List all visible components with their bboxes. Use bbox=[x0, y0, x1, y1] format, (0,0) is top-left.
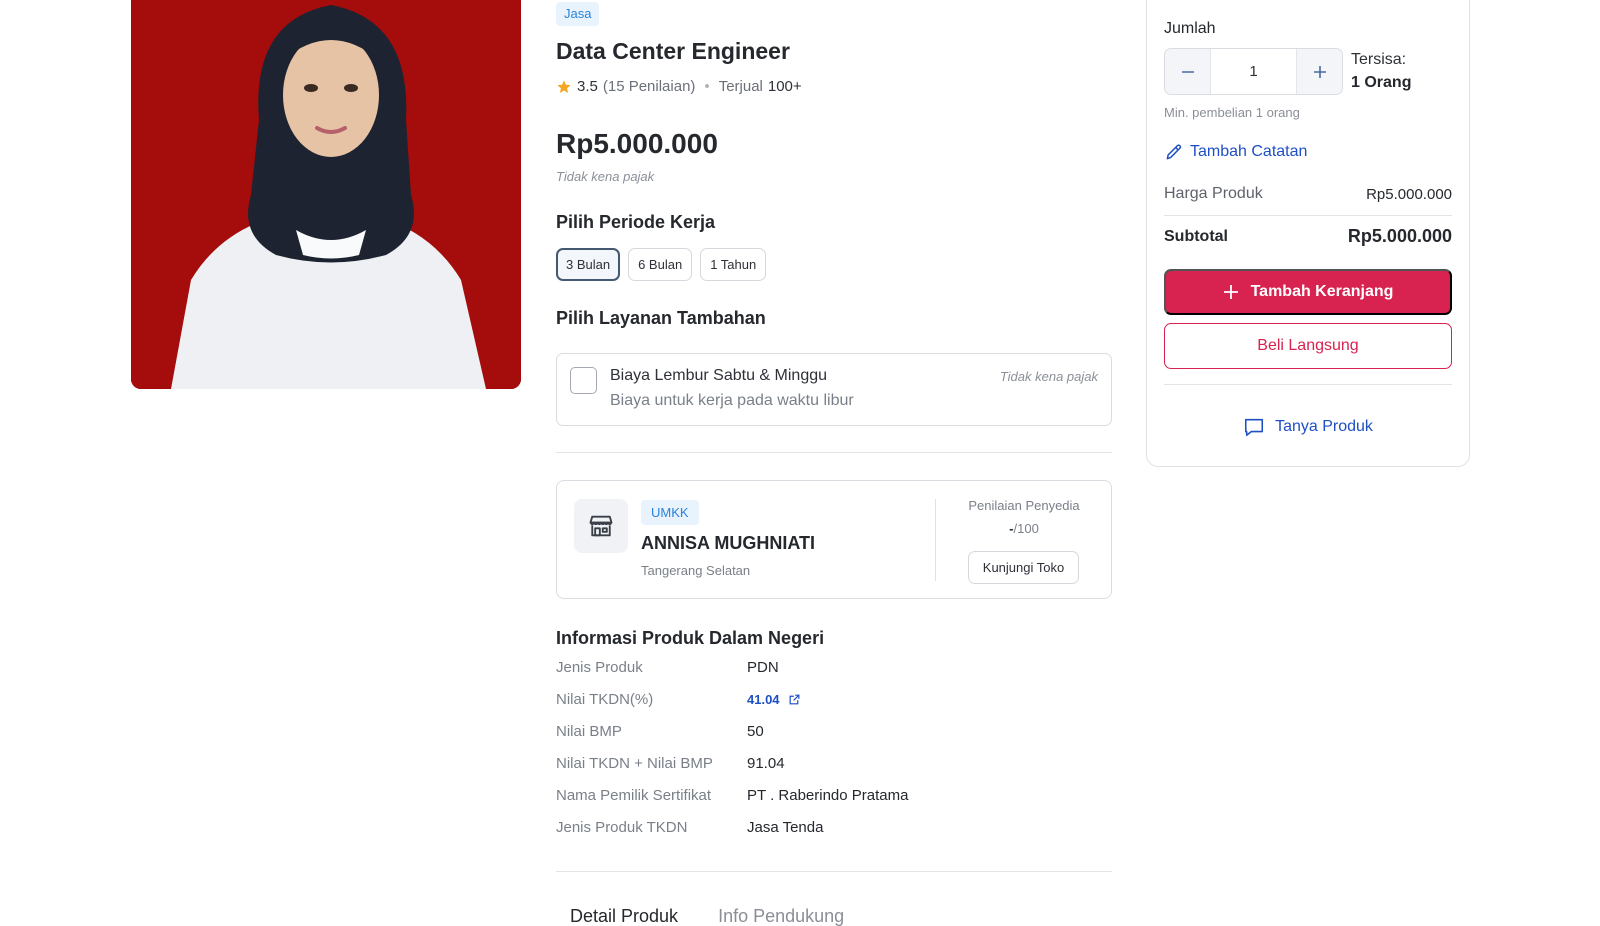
price-row: Harga Produk Rp5.000.000 bbox=[1164, 185, 1452, 203]
addon-item[interactable]: Biaya Lembur Sabtu & Minggu Biaya untuk … bbox=[556, 353, 1112, 426]
ask-product-link[interactable]: Tanya Produk bbox=[1164, 416, 1452, 438]
quantity-input[interactable]: 1 bbox=[1210, 49, 1297, 94]
info-label: Jenis Produk TKDN bbox=[556, 819, 688, 836]
quantity-label: Jumlah bbox=[1164, 20, 1216, 37]
subtotal-row: Subtotal Rp5.000.000 bbox=[1164, 226, 1452, 247]
info-label: Jenis Produk bbox=[556, 659, 643, 676]
separator-dot: • bbox=[704, 78, 710, 95]
add-to-cart-label[interactable]: Tambah Keranjang bbox=[1251, 283, 1394, 301]
addon-checkbox[interactable] bbox=[570, 367, 597, 394]
addon-heading: Pilih Layanan Tambahan bbox=[556, 308, 766, 328]
period-option-1-tahun[interactable]: 1 Tahun bbox=[700, 248, 767, 281]
add-note-link[interactable]: Tambah Catatan bbox=[1164, 142, 1307, 162]
period-option-3-bulan[interactable]: 3 Bulan bbox=[556, 248, 621, 281]
section-divider bbox=[556, 452, 1112, 453]
seller-card: UMKK ANNISA MUGHNIATI Tangerang Selatan … bbox=[556, 480, 1112, 599]
period-heading: Pilih Periode Kerja bbox=[556, 212, 716, 232]
info-value: PDN bbox=[747, 659, 779, 676]
seller-score-label: Penilaian Penyedia bbox=[968, 498, 1080, 513]
ask-product-label[interactable]: Tanya Produk bbox=[1275, 418, 1373, 436]
section-divider bbox=[556, 871, 1112, 872]
product-image[interactable] bbox=[131, 0, 521, 389]
remaining-stock: Tersisa: 1 Orang bbox=[1351, 48, 1411, 94]
category-badge: Jasa bbox=[556, 2, 600, 26]
quantity-stepper: 1 bbox=[1164, 48, 1343, 95]
tax-note: Tidak kena pajak bbox=[556, 169, 655, 184]
buy-now-button[interactable]: Beli Langsung bbox=[1164, 323, 1452, 369]
add-note-label[interactable]: Tambah Catatan bbox=[1190, 143, 1307, 161]
domestic-info-heading: Informasi Produk Dalam Negeri bbox=[556, 628, 825, 648]
remaining-label: Tersisa: bbox=[1351, 51, 1407, 68]
price-value: Rp5.000.000 bbox=[1366, 185, 1452, 203]
product-price: Rp5.000.000 bbox=[556, 128, 718, 159]
seller-location: Tangerang Selatan bbox=[641, 563, 751, 578]
increment-button[interactable] bbox=[1297, 49, 1342, 94]
info-label: Nama Pemilik Sertifikat bbox=[556, 787, 712, 804]
addon-description: Biaya untuk kerja pada waktu libur bbox=[610, 392, 854, 409]
seller-badge: UMKK bbox=[641, 500, 699, 525]
seller-name[interactable]: ANNISA MUGHNIATI bbox=[641, 533, 815, 554]
plus-icon bbox=[1223, 285, 1238, 299]
info-value: PT . Raberindo Pratama bbox=[747, 787, 909, 804]
tab-info-pendukung[interactable]: Info Pendukung bbox=[718, 906, 844, 926]
info-label: Nilai TKDN + Nilai BMP bbox=[556, 755, 713, 772]
info-label: Nilai BMP bbox=[556, 723, 622, 740]
detail-tabs: Detail Produk Info Pendukung bbox=[570, 906, 844, 926]
period-option-6-bulan[interactable]: 6 Bulan bbox=[628, 248, 693, 281]
info-label: Nilai TKDN(%) bbox=[556, 691, 654, 708]
price-label: Harga Produk bbox=[1164, 185, 1263, 202]
panel-divider bbox=[1164, 384, 1452, 385]
sold-value: 100+ bbox=[767, 78, 802, 95]
addon-tax-note: Tidak kena pajak bbox=[999, 369, 1098, 384]
rating-count: (15 Penilaian) bbox=[602, 78, 696, 95]
purchase-panel: Jumlah 1 Tersisa: 1 Orang Min. pembelian… bbox=[1146, 0, 1470, 467]
subtotal-value: Rp5.000.000 bbox=[1347, 226, 1452, 246]
tkdn-link[interactable]: 41.04 bbox=[747, 692, 801, 707]
remaining-value: 1 Orang bbox=[1351, 74, 1412, 91]
store-icon bbox=[574, 499, 628, 553]
tkdn-value[interactable]: 41.04 bbox=[747, 692, 780, 707]
subtotal-label: Subtotal bbox=[1164, 227, 1228, 245]
rating-row: 3.5 (15 Penilaian) • Terjual 100+ bbox=[556, 78, 802, 95]
visit-store-button[interactable]: Kunjungi Toko bbox=[968, 551, 1079, 584]
minus-icon bbox=[1181, 70, 1194, 73]
external-link-icon[interactable] bbox=[788, 693, 801, 706]
rating-value: 3.5 bbox=[577, 78, 598, 95]
chat-icon bbox=[1245, 418, 1264, 437]
seller-score-max: /100 bbox=[1013, 521, 1039, 536]
product-title: Data Center Engineer bbox=[556, 38, 790, 64]
sold-label: Terjual bbox=[718, 78, 763, 95]
min-purchase-note: Min. pembelian 1 orang bbox=[1164, 105, 1300, 120]
decrement-button[interactable] bbox=[1165, 49, 1210, 94]
seller-score: -/100 bbox=[936, 521, 1112, 536]
period-options: 3 Bulan 6 Bulan 1 Tahun bbox=[556, 248, 767, 281]
plus-icon bbox=[1313, 65, 1326, 78]
info-value: Jasa Tenda bbox=[747, 819, 824, 836]
tab-detail-produk[interactable]: Detail Produk bbox=[570, 906, 678, 926]
star-icon bbox=[557, 79, 571, 93]
add-to-cart-button[interactable]: Tambah Keranjang bbox=[1164, 269, 1452, 315]
info-value: 50 bbox=[747, 723, 764, 740]
product-photo bbox=[131, 0, 521, 389]
info-value: 91.04 bbox=[747, 755, 785, 772]
addon-title: Biaya Lembur Sabtu & Minggu bbox=[610, 367, 828, 384]
pencil-icon bbox=[1166, 144, 1182, 160]
panel-divider bbox=[1164, 215, 1452, 216]
